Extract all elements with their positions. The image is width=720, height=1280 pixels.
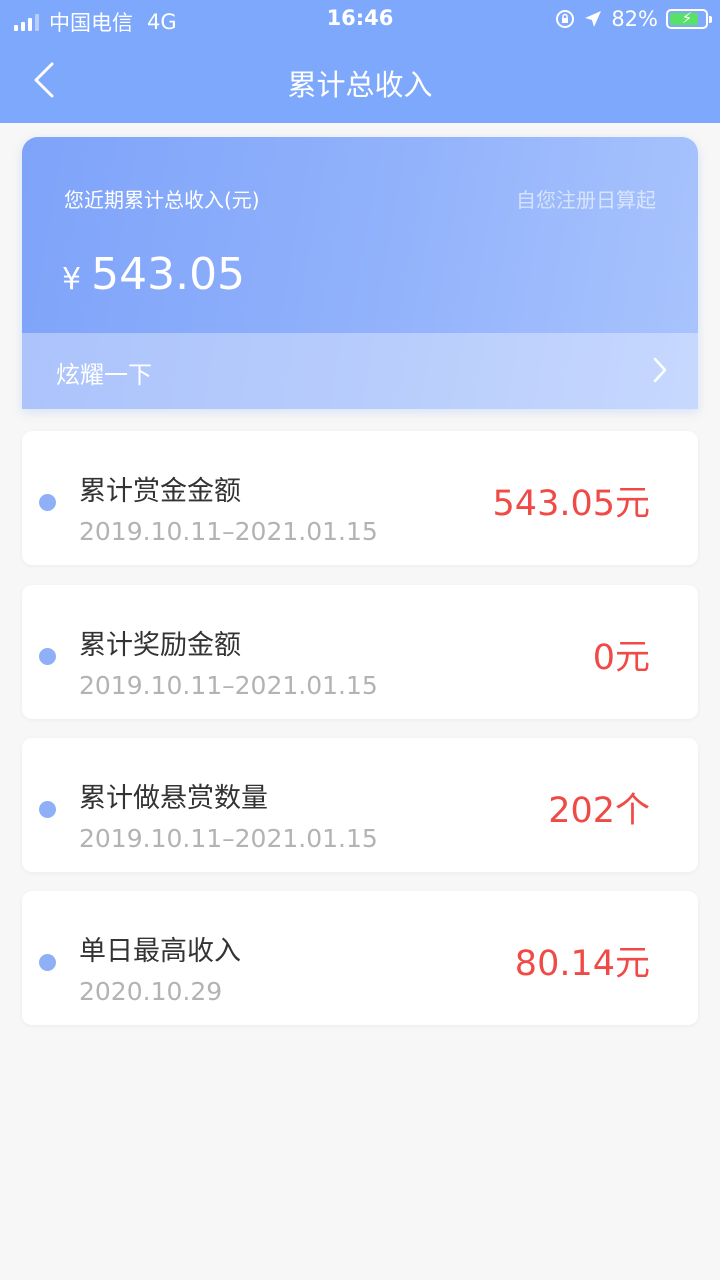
stat-value: 80.14元 bbox=[514, 944, 650, 984]
stat-date: 2020.10.29 bbox=[79, 977, 223, 1006]
nav-bar: 累计总收入 bbox=[0, 40, 720, 123]
battery-percent: 82% bbox=[611, 7, 658, 31]
battery-icon: ⚡ bbox=[666, 9, 712, 29]
show-off-button[interactable]: 炫耀一下 bbox=[22, 333, 698, 409]
header: 中国电信 4G 16:46 82% ⚡ 累计总收入 bbox=[0, 0, 720, 123]
status-right: 82% ⚡ bbox=[555, 7, 712, 31]
stat-card-daily-max: 单日最高收入 2020.10.29 80.14元 bbox=[22, 891, 698, 1025]
stat-card-bounty-total: 累计赏金金额 2019.10.11–2021.01.15 543.05元 bbox=[22, 431, 698, 565]
stat-card-reward-total: 累计奖励金额 2019.10.11–2021.01.15 0元 bbox=[22, 585, 698, 719]
orientation-lock-icon bbox=[556, 10, 575, 28]
bullet-dot bbox=[39, 648, 56, 665]
bullet-dot bbox=[39, 954, 56, 971]
stat-title: 累计奖励金额 bbox=[79, 630, 241, 661]
bullet-dot bbox=[39, 801, 56, 818]
stat-date-range: 2019.10.11–2021.01.15 bbox=[79, 671, 378, 700]
total-income-value: 543.05 bbox=[91, 249, 246, 300]
show-off-label: 炫耀一下 bbox=[56, 361, 152, 389]
stat-value: 202个 bbox=[548, 791, 650, 831]
stat-date-range: 2019.10.11–2021.01.15 bbox=[79, 517, 378, 546]
stat-value: 543.05元 bbox=[492, 484, 650, 524]
currency-symbol: ¥ bbox=[62, 262, 82, 297]
summary-note: 自您注册日算起 bbox=[516, 188, 656, 212]
stat-title: 累计做悬赏数量 bbox=[79, 783, 268, 814]
stat-date-range: 2019.10.11–2021.01.15 bbox=[79, 824, 378, 853]
stat-title: 单日最高收入 bbox=[79, 936, 241, 967]
income-summary-card: 您近期累计总收入(元) 自您注册日算起 ¥ 543.05 炫耀一下 bbox=[22, 137, 698, 409]
stat-value: 0元 bbox=[592, 638, 650, 678]
stat-title: 累计赏金金额 bbox=[79, 476, 241, 507]
chevron-right-icon bbox=[653, 357, 667, 383]
location-icon bbox=[585, 11, 602, 27]
stat-card-bounty-count: 累计做悬赏数量 2019.10.11–2021.01.15 202个 bbox=[22, 738, 698, 872]
summary-amount: ¥ 543.05 bbox=[62, 249, 245, 300]
status-bar: 中国电信 4G 16:46 82% ⚡ bbox=[0, 0, 720, 40]
summary-label: 您近期累计总收入(元) bbox=[64, 188, 260, 212]
page-title: 累计总收入 bbox=[287, 68, 433, 102]
bullet-dot bbox=[39, 494, 56, 511]
